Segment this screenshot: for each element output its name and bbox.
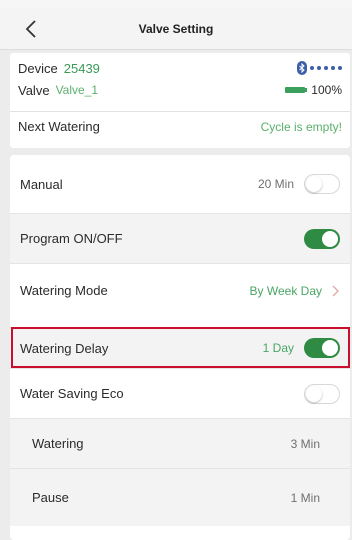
toggle-knob [306,176,322,192]
watering-mode-row[interactable]: Watering Mode By Week Day [10,263,350,317]
pause-label: Pause [32,490,69,505]
watering-delay-row[interactable]: Watering Delay 1 Day [10,327,350,368]
signal-dot-icon [310,66,314,70]
page-title: Valve Setting [138,22,214,36]
battery-icon [285,87,308,93]
device-row: Device 25439 [18,59,342,77]
status-bar-strip [0,0,352,8]
watering-mode-value: By Week Day [249,283,322,298]
pause-duration-row[interactable]: Pause 1 Min [10,468,350,526]
valve-name: Valve_1 [55,83,99,97]
navigation-bar: Valve Setting [0,8,352,50]
water-saving-label: Water Saving Eco [20,386,124,401]
toggle-knob [306,385,322,402]
next-watering-value: Cycle is empty! [260,119,342,134]
manual-label: Manual [20,176,63,192]
watering-delay-toggle[interactable] [304,338,340,358]
battery-status: 100% [285,83,342,97]
toggle-knob [322,340,338,356]
battery-percent: 100% [311,83,342,97]
manual-toggle[interactable] [304,174,340,194]
signal-dot-icon [324,66,328,70]
next-watering-label: Next Watering [18,119,100,134]
watering-duration-row[interactable]: Watering 3 Min [10,418,350,468]
watering-mode-label: Watering Mode [20,283,108,298]
chevron-right-icon [332,285,339,296]
device-label: Device [18,60,58,76]
watering-duration: 3 Min [290,436,320,451]
valve-row: Valve Valve_1 100% [18,81,342,99]
next-watering-row: Next Watering Cycle is empty! [10,111,350,141]
valve-label: Valve [18,82,50,98]
water-saving-row[interactable]: Water Saving Eco [10,368,350,418]
valve-setting-screen: Valve Setting Device 25439 Valve Valve_1… [0,0,352,540]
signal-dot-icon [331,66,335,70]
program-label: Program ON/OFF [20,231,123,246]
watering-delay-label: Watering Delay [20,340,109,356]
pause-duration: 1 Min [290,490,320,505]
signal-dot-icon [317,66,321,70]
water-saving-toggle[interactable] [304,383,340,404]
device-id: 25439 [63,60,100,76]
settings-card: Manual 20 Min Program ON/OFF Watering Mo… [10,155,350,540]
manual-duration: 20 Min [257,177,294,191]
watering-label: Watering [32,436,84,451]
toggle-knob [322,230,338,247]
manual-row[interactable]: Manual 20 Min [10,155,350,213]
device-info-card: Device 25439 Valve Valve_1 100% Next Wat… [10,53,350,148]
bluetooth-signal [297,61,342,75]
watering-delay-value: 1 Day [262,341,294,355]
program-toggle[interactable] [304,228,340,249]
program-row[interactable]: Program ON/OFF [10,213,350,263]
bluetooth-icon [297,61,307,75]
signal-dot-icon [338,66,342,70]
